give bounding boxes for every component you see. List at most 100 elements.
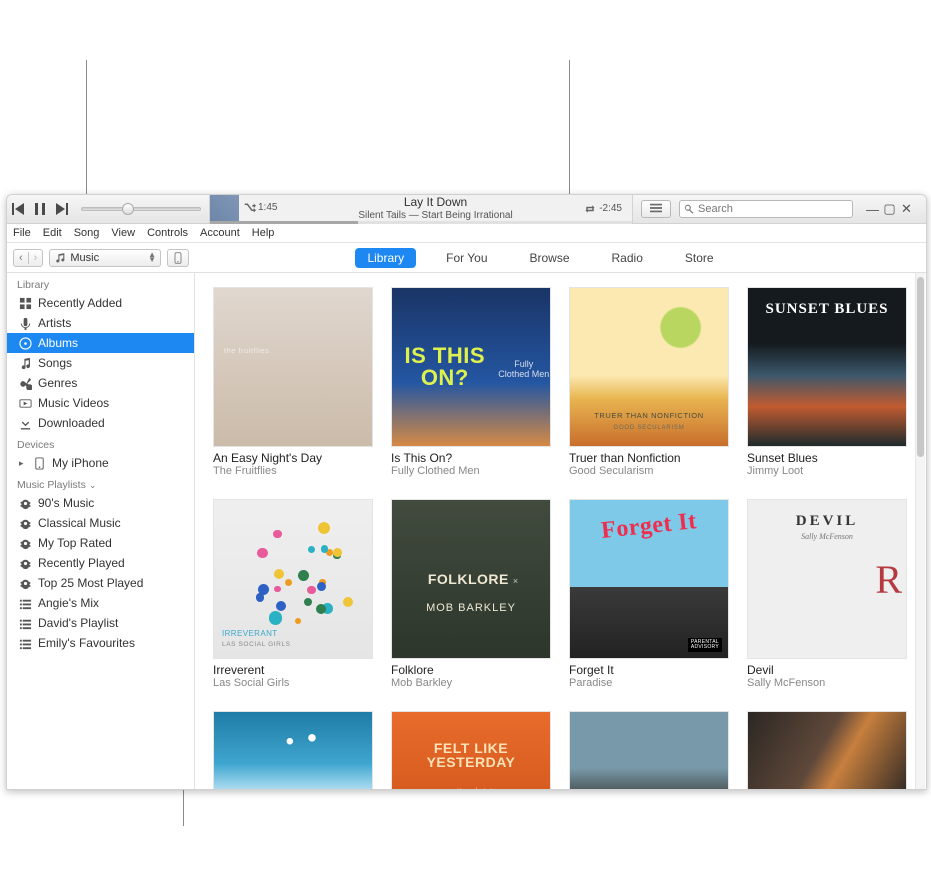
album-card[interactable] bbox=[213, 711, 373, 790]
album-card[interactable]: DEVILSally McFensonRDevilSally McFenson bbox=[747, 499, 907, 689]
search-input[interactable] bbox=[698, 203, 848, 215]
menu-help[interactable]: Help bbox=[252, 227, 275, 239]
sidebar-item-my-iphone[interactable]: ▸ My iPhone bbox=[7, 453, 194, 473]
menu-edit[interactable]: Edit bbox=[43, 227, 62, 239]
chevron-down-icon[interactable]: ⌄ bbox=[89, 480, 97, 491]
menu-song[interactable]: Song bbox=[74, 227, 100, 239]
sidebar-item-albums[interactable]: Albums bbox=[7, 333, 194, 353]
next-button[interactable] bbox=[51, 198, 73, 220]
album-card[interactable]: the fruitfliesAn Easy Night's DayThe Fru… bbox=[213, 287, 373, 477]
menu-controls[interactable]: Controls bbox=[147, 227, 188, 239]
sidebar-item-label: Downloaded bbox=[38, 416, 105, 430]
album-art: FOLKLORE×MOB BARKLEY bbox=[391, 499, 551, 659]
tab-browse[interactable]: Browse bbox=[518, 248, 582, 268]
album-art: Forget ItPARENTAL ADVISORY bbox=[569, 499, 729, 659]
sidebar-item-recently-added[interactable]: Recently Added bbox=[7, 293, 194, 313]
album-card[interactable] bbox=[747, 711, 907, 790]
album-art: IS THIS ON?Fully Clothed Men bbox=[391, 287, 551, 447]
menu-bar: File Edit Song View Controls Account Help bbox=[7, 224, 926, 243]
menu-view[interactable]: View bbox=[111, 227, 135, 239]
scrollbar[interactable] bbox=[915, 273, 925, 790]
phone-icon bbox=[172, 252, 184, 264]
now-playing-art bbox=[210, 195, 239, 224]
tab-library[interactable]: Library bbox=[355, 248, 416, 268]
sidebar-item-label: Recently Played bbox=[38, 556, 125, 570]
volume-slider[interactable] bbox=[81, 201, 201, 217]
music-icon bbox=[54, 252, 66, 264]
album-art: TRUER THAN NONFICTIONGOOD SECULARISM bbox=[569, 287, 729, 447]
chevron-updown-icon: ▲▼ bbox=[148, 253, 156, 263]
tab-radio[interactable]: Radio bbox=[600, 248, 655, 268]
repeat-icon[interactable] bbox=[584, 203, 596, 215]
content-area: the fruitfliesAn Easy Night's DayThe Fru… bbox=[195, 273, 926, 790]
gear-icon bbox=[19, 517, 32, 530]
shuffle-icon[interactable] bbox=[244, 202, 256, 214]
menu-account[interactable]: Account bbox=[200, 227, 240, 239]
album-artist: Jimmy Loot bbox=[747, 465, 907, 477]
album-art: FELT LIKE YESTERDAYscattered state bbox=[391, 711, 551, 790]
album-art: SUNSET BLUES bbox=[747, 287, 907, 447]
album-title: An Easy Night's Day bbox=[213, 451, 373, 465]
list-icon bbox=[19, 597, 32, 610]
prev-button[interactable] bbox=[7, 198, 29, 220]
album-title: Devil bbox=[747, 663, 907, 677]
album-title: Folklore bbox=[391, 663, 551, 677]
sidebar-item-david-s-playlist[interactable]: David's Playlist bbox=[7, 613, 194, 633]
tab-store[interactable]: Store bbox=[673, 248, 726, 268]
album-artist: Las Social Girls bbox=[213, 677, 373, 689]
sidebar-item-90-s-music[interactable]: 90's Music bbox=[7, 493, 194, 513]
media-type-select[interactable]: Music ▲▼ bbox=[49, 249, 161, 267]
album-card[interactable]: Forget ItPARENTAL ADVISORYForget ItParad… bbox=[569, 499, 729, 689]
download-icon bbox=[19, 417, 32, 430]
media-type-label: Music bbox=[70, 252, 99, 264]
album-card[interactable]: IRREVERANTLAS SOCIAL GIRLSIrreverentLas … bbox=[213, 499, 373, 689]
menu-file[interactable]: File bbox=[13, 227, 31, 239]
disclosure-icon[interactable]: ▸ bbox=[19, 458, 27, 469]
sidebar-item-genres[interactable]: Genres bbox=[7, 373, 194, 393]
now-playing-lcd: 1:45 Lay It Down Silent Tails — Start Be… bbox=[209, 195, 633, 224]
sidebar-item-label: My iPhone bbox=[52, 456, 109, 470]
gear-icon bbox=[19, 497, 32, 510]
close-button[interactable]: ✕ bbox=[901, 204, 912, 215]
sidebar-item-music-videos[interactable]: Music Videos bbox=[7, 393, 194, 413]
tab-for-you[interactable]: For You bbox=[434, 248, 499, 268]
album-card[interactable]: TRUER THAN NONFICTIONGOOD SECULARISMTrue… bbox=[569, 287, 729, 477]
playhead-slider[interactable] bbox=[210, 221, 632, 224]
nav-bar: ‹ › Music ▲▼ Library For You Browse Radio St… bbox=[7, 243, 926, 273]
remaining-time: -2:45 bbox=[599, 203, 622, 214]
album-card[interactable]: SUNSET BLUESSunset BluesJimmy Loot bbox=[747, 287, 907, 477]
sidebar-item-emily-s-favourites[interactable]: Emily's Favourites bbox=[7, 633, 194, 653]
album-art: the fruitflies bbox=[213, 287, 373, 447]
sidebar-item-label: Classical Music bbox=[38, 516, 121, 530]
sidebar-item-top-25-most-played[interactable]: Top 25 Most Played bbox=[7, 573, 194, 593]
sidebar-item-label: 90's Music bbox=[38, 496, 94, 510]
album-grid: the fruitfliesAn Easy Night's DayThe Fru… bbox=[195, 273, 926, 790]
device-button[interactable] bbox=[167, 249, 189, 267]
list-icon bbox=[19, 637, 32, 650]
sidebar-item-my-top-rated[interactable]: My Top Rated bbox=[7, 533, 194, 553]
album-art bbox=[213, 711, 373, 790]
album-card[interactable]: FOLKLORE×MOB BARKLEY FolkloreMob Barkley bbox=[391, 499, 551, 689]
sidebar-item-label: My Top Rated bbox=[38, 536, 112, 550]
album-card[interactable]: FELT LIKE YESTERDAYscattered state bbox=[391, 711, 551, 790]
sidebar-item-classical-music[interactable]: Classical Music bbox=[7, 513, 194, 533]
sidebar-item-label: Emily's Favourites bbox=[38, 636, 135, 650]
nav-back-forward[interactable]: ‹ › bbox=[13, 249, 43, 267]
album-card[interactable]: IS THIS ON?Fully Clothed MenIs This On?F… bbox=[391, 287, 551, 477]
maximize-button[interactable]: ▢ bbox=[884, 204, 895, 215]
sidebar-item-label: David's Playlist bbox=[38, 616, 118, 630]
sidebar-item-angie-s-mix[interactable]: Angie's Mix bbox=[7, 593, 194, 613]
album-card[interactable] bbox=[569, 711, 729, 790]
album-artist: Mob Barkley bbox=[391, 677, 551, 689]
up-next-button[interactable] bbox=[641, 200, 671, 218]
play-pause-button[interactable] bbox=[29, 198, 51, 220]
search-icon bbox=[684, 204, 694, 214]
sidebar-item-label: Songs bbox=[38, 356, 72, 370]
note-icon bbox=[19, 357, 32, 370]
search-field[interactable] bbox=[679, 200, 853, 218]
sidebar-item-recently-played[interactable]: Recently Played bbox=[7, 553, 194, 573]
sidebar-item-artists[interactable]: Artists bbox=[7, 313, 194, 333]
sidebar-item-downloaded[interactable]: Downloaded bbox=[7, 413, 194, 433]
minimize-button[interactable]: — bbox=[867, 204, 878, 215]
sidebar-item-songs[interactable]: Songs bbox=[7, 353, 194, 373]
